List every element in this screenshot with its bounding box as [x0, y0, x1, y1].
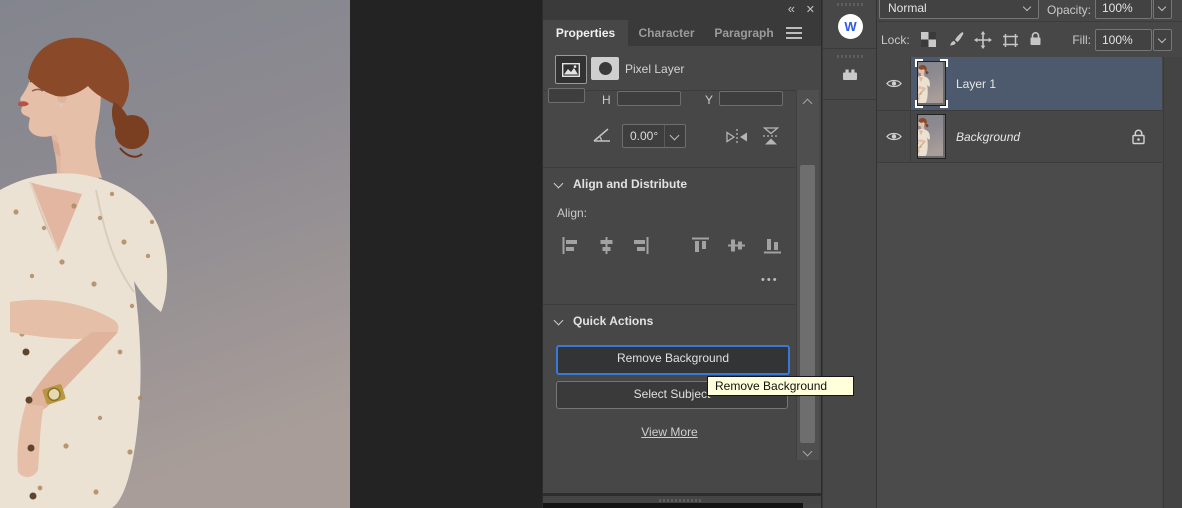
- fill-value-box[interactable]: 100%: [1095, 29, 1152, 51]
- lock-image-pixels-brush-icon[interactable]: [948, 31, 964, 47]
- selection-bracket: [940, 59, 948, 67]
- scrollbar-thumb[interactable]: [800, 165, 815, 443]
- layers-empty-area: [877, 163, 1162, 508]
- remove-background-button[interactable]: Remove Background: [556, 345, 790, 375]
- section-collapse-icon[interactable]: [554, 316, 564, 326]
- eye-icon: [886, 78, 902, 89]
- tab-paragraph[interactable]: Paragraph: [705, 20, 783, 46]
- lock-position-move-icon[interactable]: [974, 31, 992, 49]
- layer-name[interactable]: Background: [956, 130, 1020, 144]
- selection-bracket: [940, 100, 948, 108]
- panel-group-edge: [543, 503, 803, 508]
- layer-row-layer1[interactable]: Layer 1: [877, 57, 1162, 111]
- collapse-panel-icon[interactable]: «: [788, 1, 795, 16]
- photoshop-workspace: « ✕ Properties Character Paragraph Pixel…: [0, 0, 1182, 508]
- layer-name[interactable]: Layer 1: [956, 77, 996, 91]
- layer-row-body[interactable]: Layer 1: [911, 57, 1162, 110]
- height-input[interactable]: [617, 91, 681, 106]
- selection-bracket: [915, 100, 923, 108]
- blend-opacity-row: Normal Opacity: 100%: [877, 0, 1182, 22]
- image-icon: [562, 63, 580, 77]
- divider: [543, 304, 796, 305]
- visibility-toggle[interactable]: [877, 111, 911, 162]
- lock-fill-row: Lock: Fill: 100%: [877, 22, 1182, 58]
- layer-type-label: Pixel Layer: [625, 62, 684, 76]
- dock-item-plugins[interactable]: [823, 49, 876, 100]
- layers-panel: Normal Opacity: 100% Lock:: [877, 0, 1182, 508]
- quick-actions-title[interactable]: Quick Actions: [573, 314, 653, 328]
- align-vertical-center-icon[interactable]: [728, 237, 745, 254]
- view-more-wrap: View More: [543, 423, 796, 441]
- scroll-up-icon[interactable]: [803, 99, 813, 109]
- divider: [543, 167, 796, 168]
- layer-locked-icon[interactable]: [1131, 128, 1146, 145]
- mask-circle-icon: [599, 62, 612, 75]
- y-position-input[interactable]: [719, 91, 783, 106]
- fill-label: Fill:: [1037, 33, 1091, 47]
- rotation-angle-combo[interactable]: 0.00°: [622, 124, 686, 148]
- view-more-link[interactable]: View More: [641, 425, 697, 439]
- flip-vertical-icon[interactable]: [761, 126, 781, 146]
- tab-character[interactable]: Character: [628, 20, 705, 46]
- align-bottom-icon[interactable]: [764, 237, 781, 254]
- panel-menu-icon[interactable]: [786, 27, 802, 39]
- dock-item-w-plugin[interactable]: W: [823, 0, 876, 49]
- blend-mode-value: Normal: [888, 0, 927, 18]
- layer1-thumbnail[interactable]: [917, 61, 946, 106]
- eye-icon: [886, 131, 902, 142]
- angle-dropdown[interactable]: [664, 125, 685, 147]
- opacity-dropdown[interactable]: [1153, 0, 1172, 19]
- scroll-down-icon[interactable]: [803, 447, 813, 457]
- width-field-cropped[interactable]: [548, 88, 585, 103]
- blend-mode-dropdown[interactable]: Normal: [879, 0, 1039, 19]
- dock-grip: [837, 3, 863, 6]
- flip-horizontal-icon[interactable]: [725, 128, 749, 146]
- w-plugin-icon[interactable]: W: [838, 14, 863, 39]
- align-right-icon[interactable]: [632, 237, 649, 254]
- photo-woman-floral-dress: [0, 0, 350, 508]
- opacity-value-box[interactable]: 100%: [1095, 0, 1152, 19]
- align-label: Align:: [557, 206, 587, 220]
- angle-icon: [592, 126, 612, 143]
- lock-label: Lock:: [881, 33, 910, 47]
- more-options-icon[interactable]: •••: [761, 274, 779, 286]
- layer-list: Layer 1 Background: [877, 57, 1182, 508]
- background-thumbnail[interactable]: [917, 114, 946, 159]
- fill-value: 100%: [1102, 30, 1133, 50]
- visibility-toggle[interactable]: [877, 57, 911, 110]
- align-section-title[interactable]: Align and Distribute: [573, 177, 687, 191]
- section-collapse-icon[interactable]: [554, 179, 564, 189]
- pixel-layer-icon[interactable]: [555, 55, 587, 84]
- fill-dropdown[interactable]: [1153, 29, 1172, 51]
- properties-tabbar: Properties Character Paragraph: [543, 20, 821, 46]
- tab-properties[interactable]: Properties: [543, 20, 628, 46]
- selection-bracket: [915, 59, 923, 67]
- properties-content: Pixel Layer H Y 0.00°: [543, 46, 821, 495]
- opacity-label: Opacity:: [1042, 3, 1091, 17]
- y-label: Y: [705, 93, 713, 107]
- layers-scroll-gutter[interactable]: [1163, 57, 1182, 508]
- properties-panel: « ✕ Properties Character Paragraph Pixel…: [543, 0, 821, 508]
- gripper-dots: [659, 499, 703, 502]
- layer-mask-icon[interactable]: [591, 57, 619, 80]
- plugin-brick-icon[interactable]: [842, 68, 858, 81]
- document-canvas-photo[interactable]: [0, 0, 350, 508]
- layer-row-background[interactable]: Background: [877, 111, 1162, 163]
- lock-transparent-pixels-icon[interactable]: [921, 32, 936, 47]
- lock-artboard-icon[interactable]: [1001, 33, 1020, 48]
- properties-scrollbar[interactable]: [796, 90, 819, 460]
- height-label: H: [602, 93, 611, 107]
- rotation-angle-value: 0.00°: [630, 129, 658, 143]
- align-left-icon[interactable]: [562, 237, 579, 254]
- layer-row-body[interactable]: Background: [911, 111, 1162, 162]
- opacity-value: 100%: [1102, 0, 1133, 18]
- align-horizontal-center-icon[interactable]: [598, 237, 615, 254]
- properties-panel-header: « ✕: [543, 0, 821, 20]
- align-top-icon[interactable]: [692, 237, 709, 254]
- dock-grip: [837, 55, 863, 58]
- tooltip: Remove Background: [707, 376, 854, 396]
- plugin-dock: W: [822, 0, 877, 508]
- close-panel-icon[interactable]: ✕: [806, 3, 815, 16]
- canvas-background: [350, 0, 543, 508]
